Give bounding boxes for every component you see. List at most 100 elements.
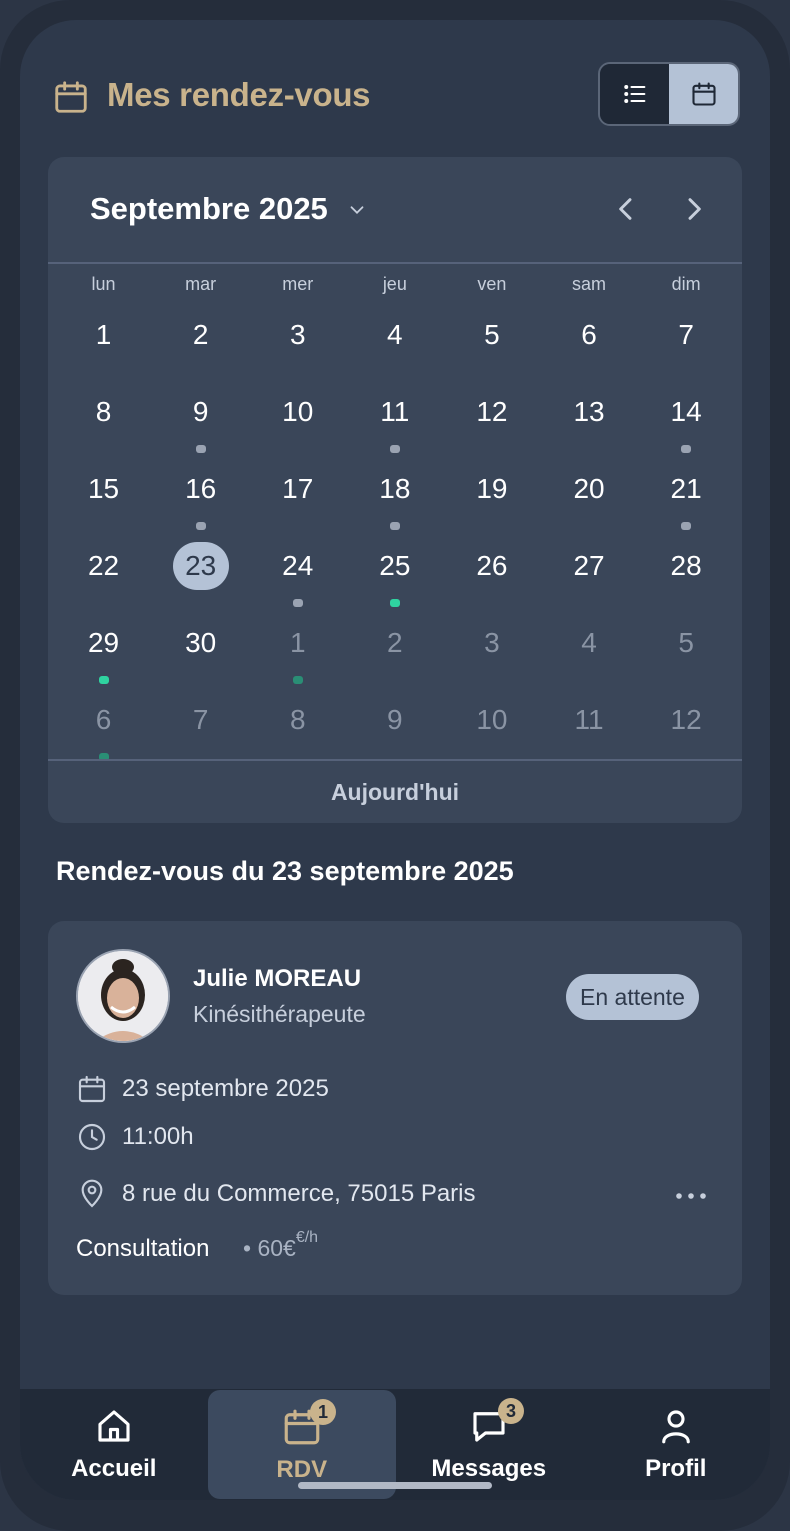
day-number: 3	[484, 627, 500, 658]
weekday-label: jeu	[382, 274, 407, 294]
calendar-day[interactable]: 29	[55, 613, 152, 690]
calendar-view-button[interactable]	[669, 64, 738, 124]
calendar-day[interactable]: 11	[346, 382, 443, 459]
day-number: 11	[380, 396, 410, 427]
nav-item-profil[interactable]: Profil	[582, 1389, 770, 1500]
calendar-day[interactable]: 17	[249, 459, 346, 536]
calendar-day[interactable]: 3	[249, 305, 346, 382]
list-view-button[interactable]	[600, 64, 669, 124]
calendar-day[interactable]: 1	[249, 613, 346, 690]
day-number: 8	[95, 396, 112, 427]
more-options-icon[interactable]	[674, 1189, 708, 1203]
calendar-day[interactable]: 19	[443, 459, 540, 536]
calendar-day[interactable]: 4	[540, 613, 637, 690]
day-number: 3	[289, 319, 306, 350]
nav-item-accueil[interactable]: Accueil	[20, 1389, 208, 1500]
calendar-day[interactable]: 3	[443, 613, 540, 690]
calendar-day[interactable]: 27	[540, 536, 637, 613]
day-number: 26	[476, 550, 508, 581]
app-screen: Mes rendez-vous Septembre 2025 lun mar mer	[20, 20, 770, 1500]
appointment-indicator-dot	[681, 522, 692, 530]
nav-badge: 1	[310, 1399, 336, 1425]
day-number: 18	[379, 473, 411, 504]
weekday-header: lun mar mer jeu ven sam dim	[55, 274, 735, 295]
calendar-day[interactable]: 2	[152, 305, 249, 382]
day-number: 4	[387, 319, 403, 350]
calendar-day[interactable]: 13	[540, 382, 637, 459]
calendar-day[interactable]: 28	[638, 536, 735, 613]
calendar-day[interactable]: 22	[55, 536, 152, 613]
home-indicator	[298, 1482, 492, 1489]
day-number: 4	[581, 627, 597, 658]
calendar-icon	[691, 82, 716, 106]
calendar-day[interactable]: 1	[55, 305, 152, 382]
calendar-day[interactable]: 10	[249, 382, 346, 459]
calendar-day[interactable]: 7	[152, 690, 249, 767]
calendar-day[interactable]: 9	[346, 690, 443, 767]
calendar-day[interactable]: 21	[638, 459, 735, 536]
day-number: 11	[574, 704, 604, 735]
calendar-icon	[78, 1075, 106, 1103]
next-month-button[interactable]	[678, 193, 710, 225]
calendar-day[interactable]: 24	[249, 536, 346, 613]
previous-month-button[interactable]	[610, 193, 642, 225]
day-section-title: Rendez-vous du 23 septembre 2025	[56, 856, 514, 886]
appointment-indicator-dot	[681, 445, 692, 453]
calendar-day[interactable]: 12	[443, 382, 540, 459]
calendar-day[interactable]: 9	[152, 382, 249, 459]
nav-label: Accueil	[71, 1455, 157, 1482]
day-number: 19	[476, 473, 508, 504]
calendar-day[interactable]: 16	[152, 459, 249, 536]
calendar-icon	[55, 81, 87, 113]
appointment-indicator-dot	[389, 599, 400, 607]
day-number: 10	[282, 396, 314, 427]
nav-label: Profil	[645, 1455, 707, 1482]
appointment-card[interactable]: Julie MOREAU Kinésithérapeute En attente…	[48, 921, 742, 1295]
calendar-day[interactable]: 25	[346, 536, 443, 613]
day-number: 21	[670, 473, 702, 504]
appointment-time-row: 11:00h	[76, 1121, 194, 1153]
calendar-day[interactable]: 5	[443, 305, 540, 382]
price-unit: €/h	[295, 1229, 319, 1246]
calendar-day[interactable]: 10	[443, 690, 540, 767]
day-number: 24	[282, 550, 314, 581]
today-button[interactable]: Aujourd'hui	[48, 761, 742, 823]
view-toggle	[598, 62, 740, 126]
calendar-week-row: 15 16 17 18 19 20 21	[55, 459, 735, 536]
calendar-day[interactable]: 15	[55, 459, 152, 536]
day-number: 15	[87, 473, 120, 504]
calendar-day[interactable]: 4	[346, 305, 443, 382]
chevron-down-icon[interactable]	[346, 199, 368, 221]
appointment-indicator-dot	[195, 445, 206, 453]
avatar	[76, 949, 170, 1043]
calendar-week-row: 6 7 8 9 10 11 12	[55, 690, 735, 767]
nav-badge: 3	[498, 1398, 524, 1424]
phone-frame: Mes rendez-vous Septembre 2025 lun mar mer	[0, 0, 790, 1531]
calendar-day[interactable]: 7	[638, 305, 735, 382]
day-number: 7	[678, 319, 694, 350]
calendar-card: Septembre 2025 lun mar mer jeu ven sam dim 123…	[48, 157, 742, 823]
month-selector[interactable]: Septembre 2025	[90, 191, 328, 227]
appointment-date-row: 23 septembre 2025	[76, 1073, 329, 1105]
calendar-day[interactable]: 26	[443, 536, 540, 613]
calendar-day[interactable]: 8	[55, 382, 152, 459]
calendar-day[interactable]: 8	[249, 690, 346, 767]
nav-label: RDV	[276, 1456, 328, 1483]
calendar-day[interactable]: 11	[540, 690, 637, 767]
day-number: 27	[573, 550, 605, 581]
professional-name: Julie MOREAU	[193, 965, 362, 992]
calendar-day[interactable]: 18	[346, 459, 443, 536]
calendar-day-selected[interactable]: 23	[152, 536, 249, 613]
day-number: 2	[387, 627, 403, 658]
day-number: 13	[573, 396, 605, 427]
calendar-day[interactable]: 12	[638, 690, 735, 767]
calendar-week-row: 8 9 10 11 12 13 14	[55, 382, 735, 459]
calendar-day[interactable]: 30	[152, 613, 249, 690]
calendar-day[interactable]: 20	[540, 459, 637, 536]
calendar-day[interactable]: 6	[55, 690, 152, 767]
calendar-day[interactable]: 5	[638, 613, 735, 690]
weekday-label: ven	[477, 274, 507, 294]
calendar-day[interactable]: 2	[346, 613, 443, 690]
calendar-day[interactable]: 14	[638, 382, 735, 459]
calendar-day[interactable]: 6	[540, 305, 637, 382]
